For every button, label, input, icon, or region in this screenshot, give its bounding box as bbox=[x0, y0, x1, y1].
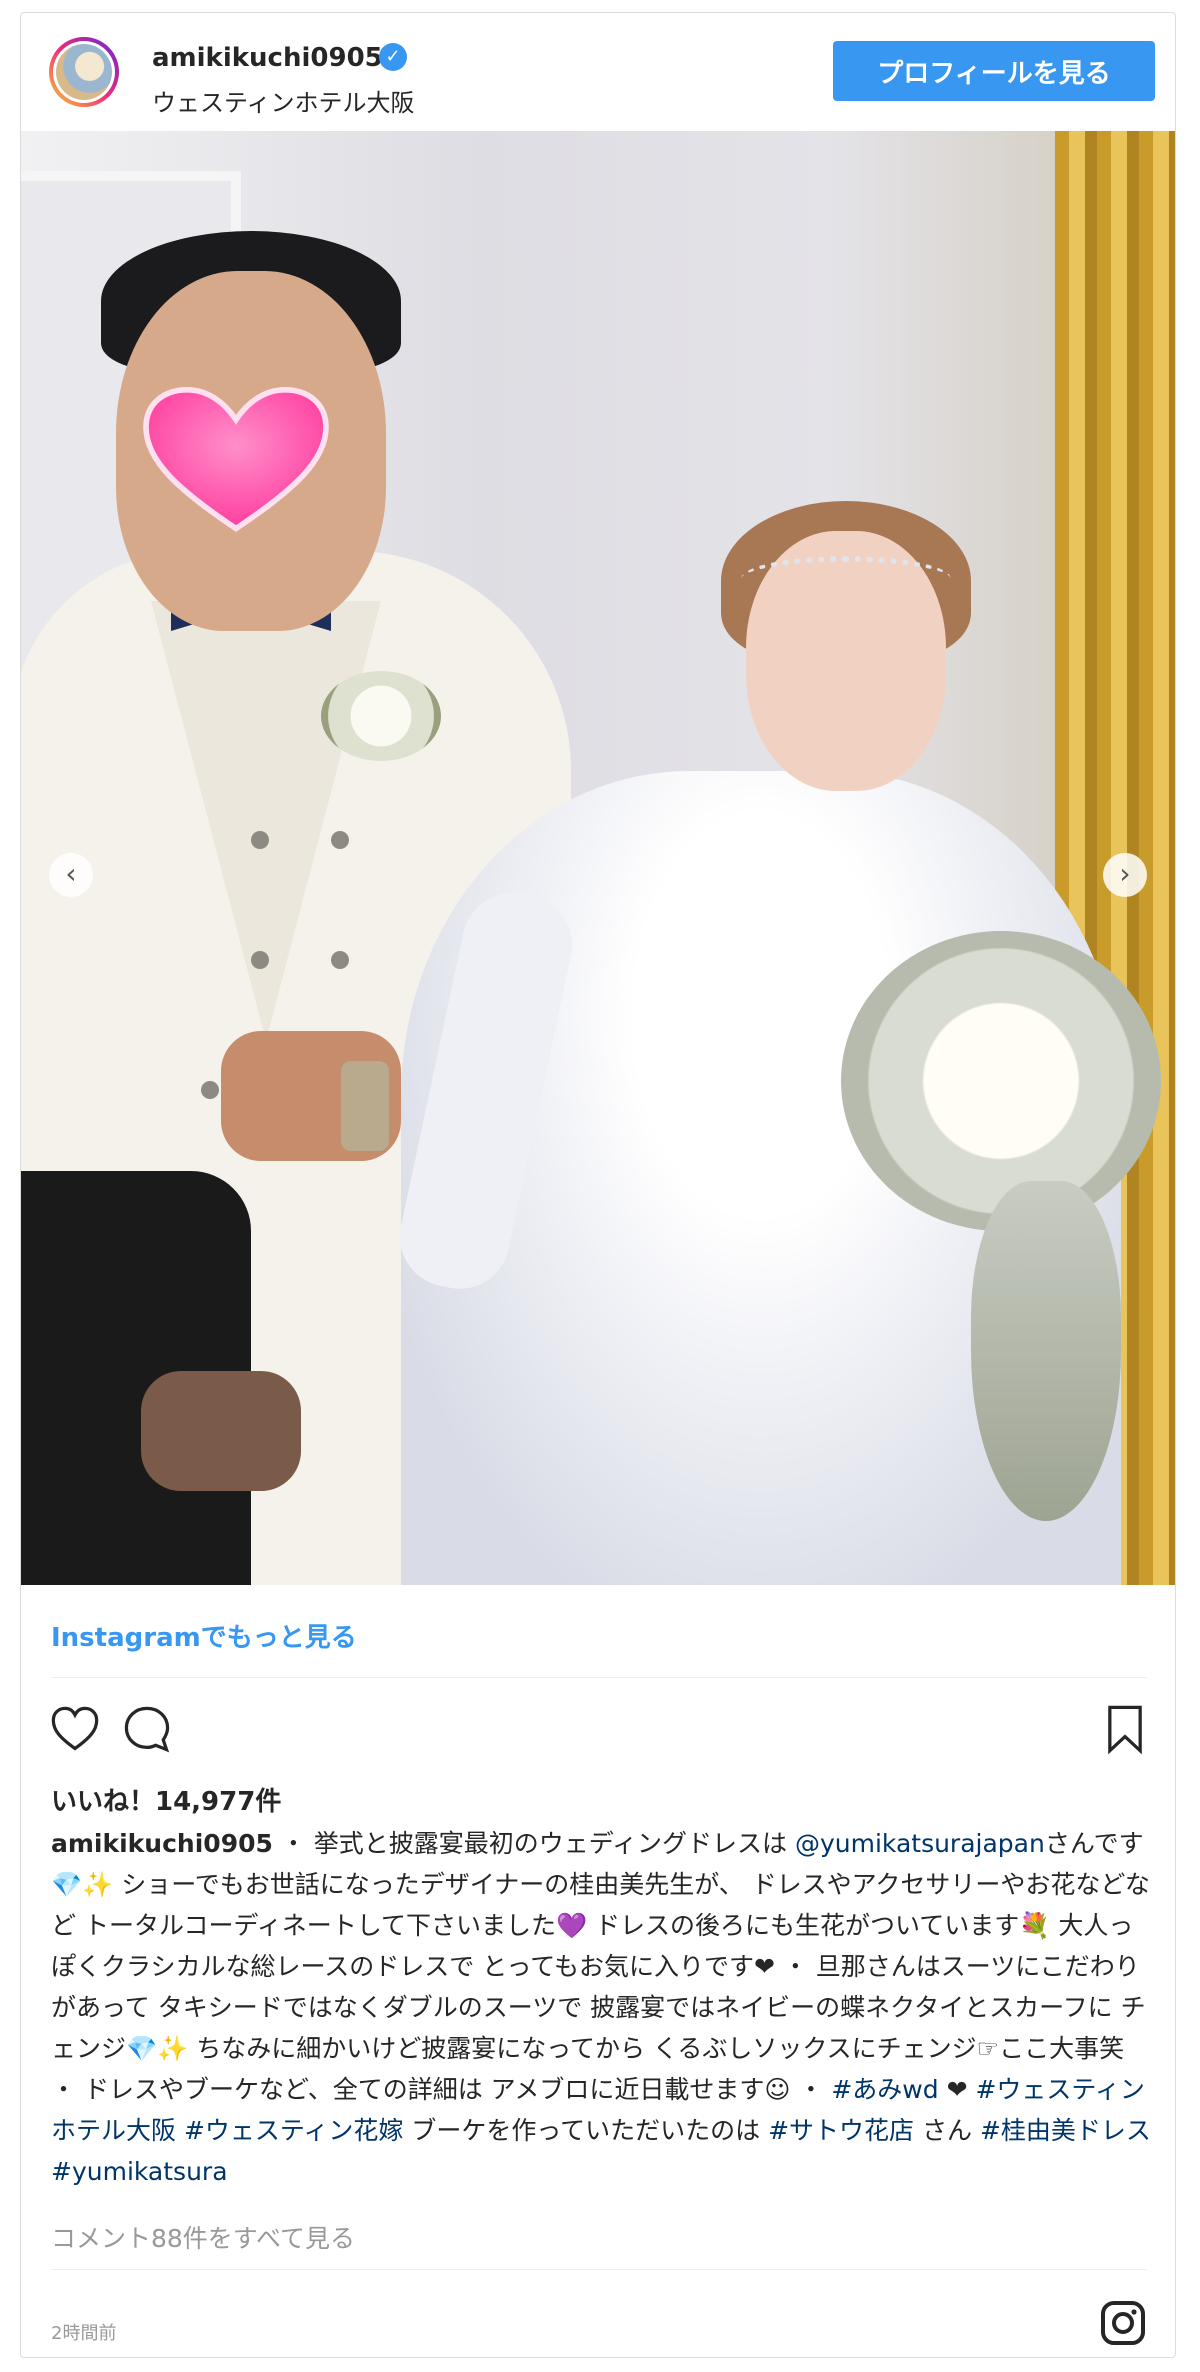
bouquet bbox=[841, 931, 1161, 1231]
caption-username[interactable]: amikikuchi0905 bbox=[51, 1829, 273, 1858]
bookmark-icon[interactable] bbox=[1099, 1703, 1151, 1755]
hashtag-link[interactable]: #yumikatsura bbox=[51, 2157, 228, 2186]
heart-sticker-icon bbox=[143, 386, 329, 532]
post-timestamp[interactable]: 2時間前 bbox=[51, 2319, 116, 2345]
username[interactable]: amikikuchi0905 bbox=[152, 43, 383, 73]
hashtag-link[interactable]: #あみwd bbox=[831, 2075, 938, 2104]
view-more-on-instagram-link[interactable]: Instagramでもっと見る bbox=[51, 1617, 357, 1654]
hashtag-link[interactable]: #桂由美ドレス bbox=[980, 2116, 1151, 2145]
post-header: amikikuchi0905 ✓ ウェスティンホテル大阪 プロフィールを見る bbox=[21, 13, 1175, 131]
instagram-embed-card: amikikuchi0905 ✓ ウェスティンホテル大阪 プロフィールを見る ‹… bbox=[20, 12, 1176, 2358]
like-heart-icon[interactable] bbox=[49, 1703, 101, 1755]
post-photo[interactable]: ‹ › bbox=[21, 131, 1175, 1585]
post-caption: amikikuchi0905 ・ 挙式と披露宴最初のウェディングドレスは @yu… bbox=[51, 1829, 1151, 2186]
view-all-comments-link[interactable]: コメント88件をすべて見る bbox=[51, 2219, 355, 2255]
hashtag-link[interactable]: #サトウ花店 bbox=[768, 2116, 914, 2145]
carousel-prev-button[interactable]: ‹ bbox=[49, 853, 93, 897]
boutonniere bbox=[321, 671, 441, 761]
mention-link[interactable]: @yumikatsurajapan bbox=[795, 1829, 1045, 1858]
carousel-next-button[interactable]: › bbox=[1103, 853, 1147, 897]
divider bbox=[51, 1677, 1147, 1678]
view-profile-button[interactable]: プロフィールを見る bbox=[833, 41, 1155, 101]
verified-badge-icon: ✓ bbox=[379, 43, 407, 71]
tiara bbox=[741, 556, 951, 602]
location-link[interactable]: ウェスティンホテル大阪 bbox=[152, 83, 415, 118]
hashtag-link[interactable]: #ウェスティン花嫁 bbox=[184, 2116, 403, 2145]
comment-bubble-icon[interactable] bbox=[121, 1703, 173, 1755]
divider bbox=[51, 2269, 1147, 2270]
avatar[interactable] bbox=[49, 37, 119, 107]
instagram-logo-icon[interactable] bbox=[1099, 2299, 1147, 2347]
like-count: いいね！14,977件 bbox=[51, 1787, 282, 1817]
